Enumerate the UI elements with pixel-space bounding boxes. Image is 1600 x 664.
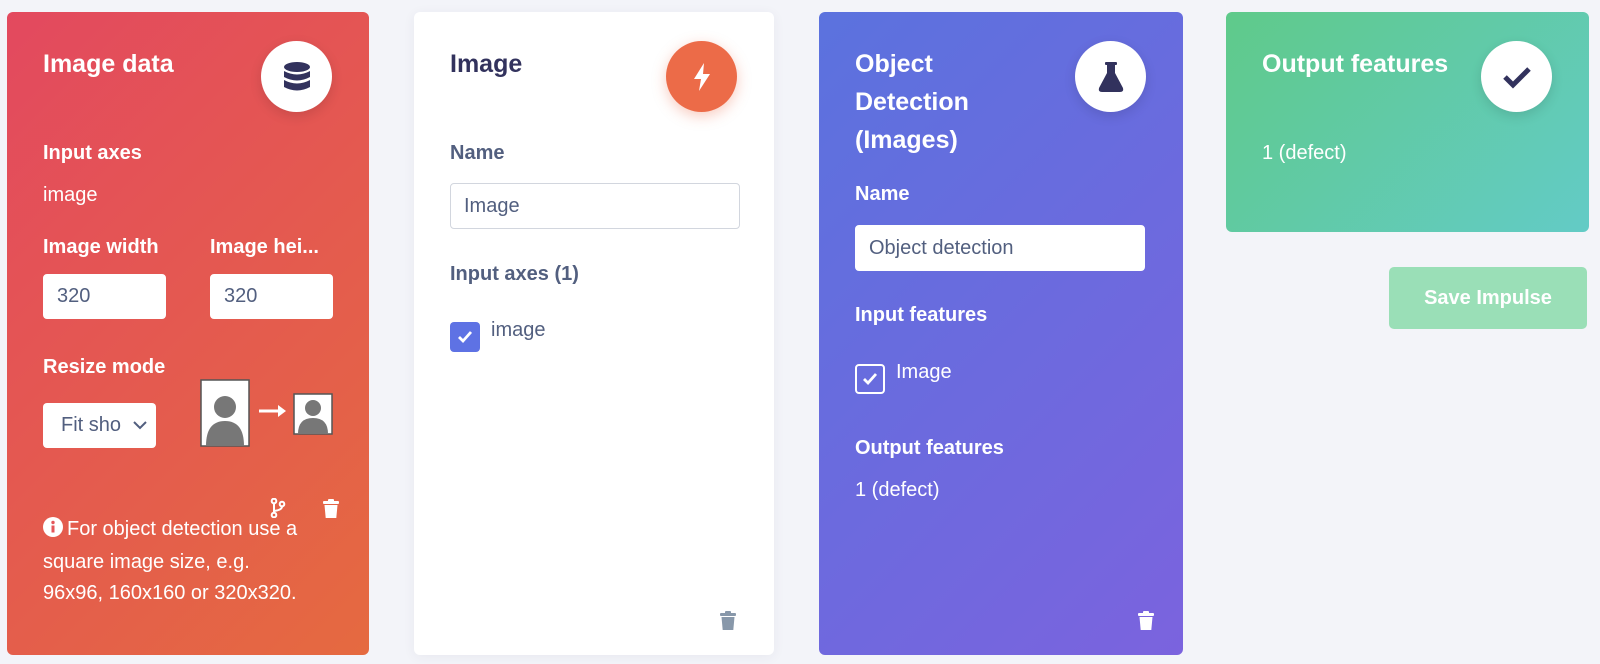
input-axes-value: image xyxy=(43,184,98,206)
processing-input-axes-label: Input axes (1) xyxy=(450,263,579,285)
feature-label-image: Image xyxy=(896,361,952,383)
info-icon xyxy=(43,516,63,547)
resize-mode-value: Fit sho xyxy=(61,414,122,436)
feature-checkbox-image[interactable] xyxy=(855,364,885,394)
learn-name-input[interactable] xyxy=(855,225,1145,271)
image-width-input[interactable] xyxy=(43,274,166,319)
input-axes-label: Input axes xyxy=(43,142,142,164)
arrow-right-icon xyxy=(257,403,289,424)
trash-icon[interactable] xyxy=(320,497,342,519)
processing-name-label: Name xyxy=(450,142,505,164)
database-icon xyxy=(261,41,332,112)
trash-icon[interactable] xyxy=(1135,609,1157,631)
output-block-title: Output features xyxy=(1262,50,1449,78)
processing-block-title: Image xyxy=(450,50,523,78)
flask-icon xyxy=(1075,41,1146,112)
input-features-label: Input features xyxy=(855,304,988,326)
learn-output-features-label: Output features xyxy=(855,437,1004,459)
output-block-card: Output features 1 (defect) xyxy=(1226,12,1589,232)
chevron-down-icon xyxy=(132,416,148,439)
info-note: For object detection use a square image … xyxy=(43,514,313,609)
output-features-value: 1 (defect) xyxy=(1262,142,1347,164)
check-icon xyxy=(1481,41,1552,112)
resize-mode-label: Resize mode xyxy=(43,356,166,378)
image-height-label: Image hei... xyxy=(210,236,319,258)
input-block-title: Image data xyxy=(43,50,174,78)
image-width-label: Image width xyxy=(43,236,159,258)
processing-name-input[interactable] xyxy=(450,183,740,229)
trash-icon[interactable] xyxy=(717,609,739,631)
axis-label-image: image xyxy=(491,319,546,341)
image-height-input[interactable] xyxy=(210,274,333,319)
resize-mode-select[interactable]: Fit sho xyxy=(43,403,156,448)
learn-block-title: Object Detection (Images) xyxy=(855,50,969,154)
resize-illustration-target xyxy=(293,393,333,440)
processing-block-card: Image Name Input axes (1) image xyxy=(414,12,774,655)
input-block-card: Image data Input axes image Image width … xyxy=(7,12,369,655)
learn-name-label: Name xyxy=(855,183,910,205)
learn-output-features-value: 1 (defect) xyxy=(855,479,940,501)
axis-checkbox-image[interactable] xyxy=(450,322,480,352)
learn-block-card: Object Detection (Images) Name Input fea… xyxy=(819,12,1183,655)
info-note-text: For object detection use a square image … xyxy=(43,518,298,604)
save-impulse-button[interactable]: Save Impulse xyxy=(1389,267,1587,329)
resize-illustration-source xyxy=(200,379,250,452)
bolt-icon xyxy=(666,41,737,112)
